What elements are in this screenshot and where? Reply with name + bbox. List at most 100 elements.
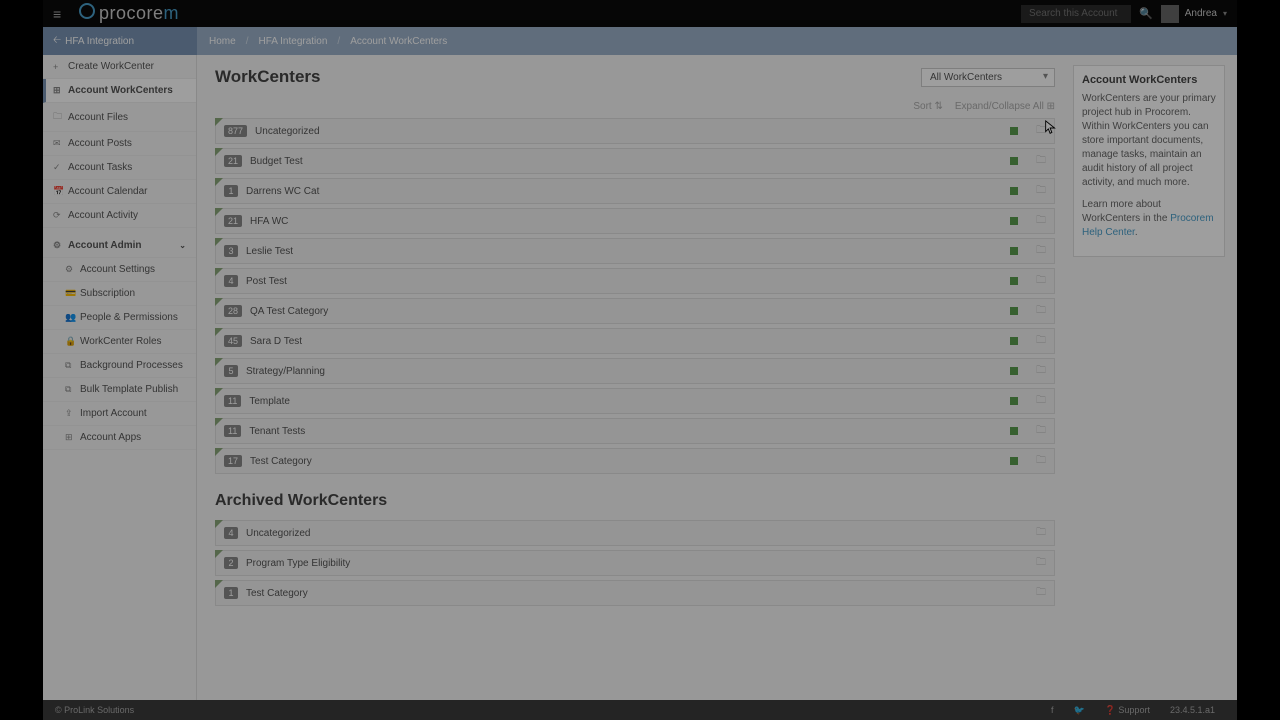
search-icon[interactable]: 🔍	[1139, 7, 1153, 20]
expand-icon: ⊞	[1047, 101, 1055, 112]
logo[interactable]: procorem	[79, 3, 179, 24]
archived-workcenter-row[interactable]: 2Program Type Eligibility🗀	[215, 550, 1055, 576]
workcenter-row[interactable]: 11Tenant Tests🗀	[215, 418, 1055, 444]
sidebar-label: Account Tasks	[68, 162, 132, 173]
workcenter-row[interactable]: 21HFA WC🗀	[215, 208, 1055, 234]
workcenter-name: QA Test Category	[250, 306, 328, 317]
corner-icon	[215, 328, 223, 336]
archive-icon[interactable]: 🗀	[1036, 213, 1046, 230]
archive-icon[interactable]: 🗀	[1036, 423, 1046, 440]
breadcrumb-home[interactable]: Home	[209, 36, 236, 47]
workcenter-name: HFA WC	[250, 216, 288, 227]
workcenter-name: Program Type Eligibility	[246, 558, 350, 569]
twitter-icon[interactable]: 🐦	[1073, 705, 1084, 716]
logo-icon	[79, 3, 95, 19]
sidebar-item-account-calendar[interactable]: 📅Account Calendar	[43, 180, 196, 204]
sidebar-item-account-posts[interactable]: ✉Account Posts	[43, 132, 196, 156]
workcenter-row[interactable]: 1 Darrens WC Cat 🗀	[215, 178, 1055, 204]
sidebar-item-people-permissions[interactable]: 👥People & Permissions	[43, 306, 196, 330]
archive-icon[interactable]: 🗀	[1036, 333, 1046, 350]
sidebar-label: People & Permissions	[80, 312, 178, 323]
sidebar-item-account-tasks[interactable]: ✓Account Tasks	[43, 156, 196, 180]
workcenter-count-badge: 11	[224, 425, 241, 437]
archive-icon[interactable]: 🗀	[1036, 453, 1046, 470]
workcenter-name: Template	[249, 396, 290, 407]
info-panel: Account WorkCenters WorkCenters are your…	[1073, 65, 1225, 257]
workcenter-row[interactable]: 5Strategy/Planning🗀	[215, 358, 1055, 384]
support-link[interactable]: ❓ Support	[1105, 705, 1150, 716]
sidebar-item-account-files[interactable]: 🗀Account Files	[43, 103, 196, 132]
workcenter-row[interactable]: 17Test Category🗀	[215, 448, 1055, 474]
back-icon: 🡠	[53, 33, 61, 50]
archive-icon[interactable]: 🗀	[1036, 555, 1046, 572]
workcenter-name: Darrens WC Cat	[246, 186, 319, 197]
breadcrumb-lvl1[interactable]: HFA Integration	[258, 36, 327, 47]
sidebar-item-import-account[interactable]: ⇪Import Account	[43, 402, 196, 426]
archive-icon[interactable]: 🗀	[1036, 243, 1046, 260]
archive-icon[interactable]: 🗀	[1036, 585, 1046, 602]
archive-icon[interactable]: 🗀	[1036, 525, 1046, 542]
corner-icon	[215, 580, 223, 588]
sidebar-item-bulk-template-publish[interactable]: ⧉ Bulk Template Publish	[43, 378, 196, 402]
filter-dropdown[interactable]: All WorkCenters	[921, 68, 1055, 87]
archive-icon[interactable]: 🗀	[1036, 153, 1046, 170]
sidebar-item-account-apps[interactable]: ⊞Account Apps	[43, 426, 196, 450]
context-badge[interactable]: 🡠 HFA Integration	[43, 27, 197, 55]
plus-icon: +	[53, 62, 62, 72]
archive-icon[interactable]: 🗀	[1036, 303, 1046, 320]
sort-button[interactable]: Sort ⇅	[913, 101, 943, 112]
sidebar-item-background-processes[interactable]: ⧉Background Processes	[43, 354, 196, 378]
workcenter-count-badge: 11	[224, 395, 241, 407]
corner-icon	[215, 148, 223, 156]
sidebar-label: Bulk Template Publish	[80, 384, 178, 395]
archived-workcenter-row[interactable]: 1Test Category🗀	[215, 580, 1055, 606]
corner-icon	[215, 418, 223, 426]
sidebar-item-create-workcenter[interactable]: +Create WorkCenter	[43, 55, 196, 79]
sidebar-item-workcenter-roles[interactable]: 🔒WorkCenter Roles	[43, 330, 196, 354]
page-title: WorkCenters	[215, 67, 321, 87]
status-dot-icon	[1010, 217, 1018, 225]
sidebar-label: Account Calendar	[68, 186, 148, 197]
user-menu-caret[interactable]: ▾	[1223, 9, 1227, 18]
status-dot-icon	[1010, 367, 1018, 375]
workcenter-row[interactable]: 877Uncategorized🗀	[215, 118, 1055, 144]
status-dot-icon	[1010, 247, 1018, 255]
corner-icon	[215, 448, 223, 456]
breadcrumb-lvl2[interactable]: Account WorkCenters	[350, 36, 447, 47]
breadcrumb-sep: /	[246, 36, 249, 47]
workcenter-count-badge: 4	[224, 275, 238, 287]
archive-icon[interactable]: 🗀	[1036, 183, 1046, 200]
menu-icon[interactable]: ≡	[53, 6, 71, 22]
workcenter-name: Sara D Test	[250, 336, 302, 347]
workcenter-row[interactable]: 4Post Test🗀	[215, 268, 1055, 294]
sidebar-label: Account WorkCenters	[68, 85, 173, 96]
avatar[interactable]	[1161, 5, 1179, 23]
workcenter-count-badge: 1	[224, 185, 238, 197]
workcenter-row[interactable]: 45Sara D Test🗀	[215, 328, 1055, 354]
workcenter-row[interactable]: 3Leslie Test🗀	[215, 238, 1055, 264]
sidebar-item-account-workcenters[interactable]: ⊞Account WorkCenters	[43, 79, 196, 103]
status-dot-icon	[1010, 307, 1018, 315]
sidebar-item-account-settings[interactable]: ⚙Account Settings	[43, 258, 196, 282]
archive-icon[interactable]: 🗀	[1036, 273, 1046, 290]
status-dot-icon	[1010, 397, 1018, 405]
facebook-icon[interactable]: f	[1051, 705, 1054, 715]
info-title: Account WorkCenters	[1082, 74, 1216, 86]
user-name: Andrea	[1185, 8, 1217, 19]
sidebar-item-subscription[interactable]: 💳Subscription	[43, 282, 196, 306]
workcenter-row[interactable]: 28QA Test Category🗀	[215, 298, 1055, 324]
archived-workcenter-row[interactable]: 4Uncategorized🗀	[215, 520, 1055, 546]
archive-icon[interactable]: 🗀	[1036, 363, 1046, 380]
workcenter-row[interactable]: 21Budget Test🗀	[215, 148, 1055, 174]
search-input[interactable]	[1021, 5, 1131, 23]
layers-icon: ⧉	[65, 384, 74, 395]
expand-collapse-button[interactable]: Expand/Collapse All ⊞	[955, 101, 1055, 112]
sidebar-item-account-activity[interactable]: ⟳Account Activity	[43, 204, 196, 228]
workcenter-row[interactable]: 11 Template 🗀	[215, 388, 1055, 414]
sidebar-item-account-admin[interactable]: ⚙ Account Admin ⌄	[43, 234, 196, 258]
breadcrumb-sep: /	[337, 36, 340, 47]
workcenter-name: Test Category	[246, 588, 308, 599]
folder-icon: 🗀	[53, 109, 62, 125]
archive-icon[interactable]: 🗀	[1036, 393, 1046, 410]
workcenter-name: Strategy/Planning	[246, 366, 325, 377]
